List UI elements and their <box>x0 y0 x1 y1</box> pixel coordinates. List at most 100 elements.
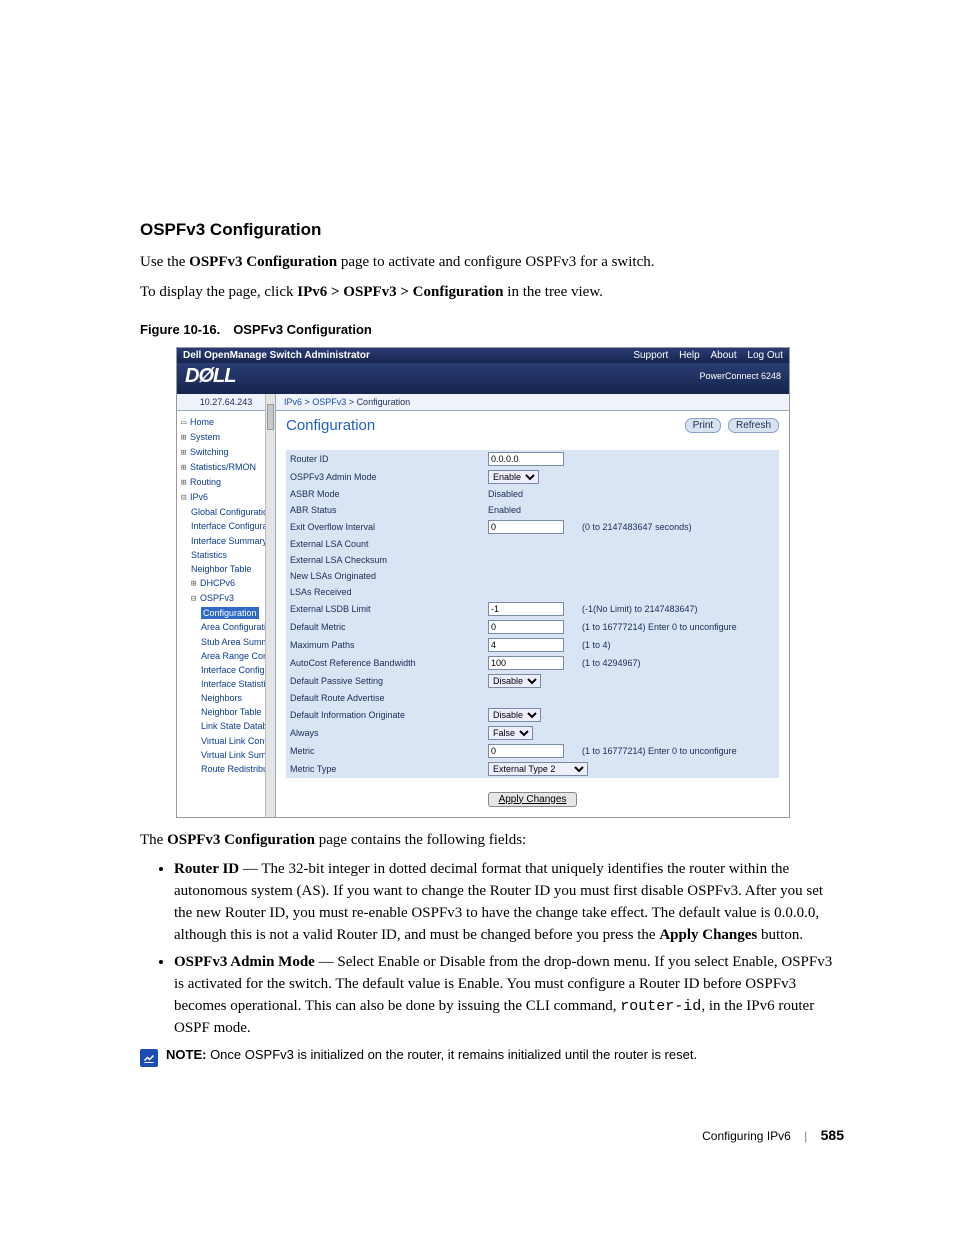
tree-lsdb[interactable]: Link State Datab <box>181 719 273 733</box>
def-info-or-select[interactable]: Disable <box>488 708 541 722</box>
auto-bw-input[interactable] <box>488 656 564 670</box>
row-ext-lsa-cks: External LSA Checksum <box>286 552 779 568</box>
exit-ovf-input[interactable] <box>488 520 564 534</box>
nav-scrollbar[interactable] <box>265 394 275 817</box>
row-ext-lsdb: External LSDB Limit (-1(No Limit) to 214… <box>286 600 779 618</box>
lbl: ABR Status <box>286 502 484 518</box>
nav-tree: 10.27.64.243 ▭Home ⊞System ⊞Switching ⊞S… <box>177 394 276 817</box>
row-ext-lsa: External LSA Count <box>286 536 779 552</box>
abr-value: Enabled <box>484 502 578 518</box>
tree-stats[interactable]: ⊞Statistics/RMON <box>181 460 273 475</box>
logout-link[interactable]: Log Out <box>747 350 783 361</box>
t: in the tree view. <box>504 284 603 300</box>
hint: (1 to 4) <box>578 636 779 654</box>
tree-vlinkconf[interactable]: Virtual Link Confi <box>181 734 273 748</box>
always-select[interactable]: False <box>488 726 533 740</box>
lbl: Router ID <box>286 450 484 468</box>
tree-ifsum[interactable]: Interface Summary <box>181 534 273 548</box>
router-id-input[interactable] <box>488 452 564 466</box>
t: DHCPv6 <box>200 578 235 588</box>
hint: (0 to 2147483647 seconds) <box>578 518 779 536</box>
lbl: Maximum Paths <box>286 636 484 654</box>
lbl: ASBR Mode <box>286 486 484 502</box>
t: IPv6 > OSPFv3 > Configuration <box>297 284 503 300</box>
def-metric-input[interactable] <box>488 620 564 634</box>
hint: (-1(No Limit) to 2147483647) <box>578 600 779 618</box>
row-def-rt-adv: Default Route Advertise <box>286 690 779 706</box>
help-link[interactable]: Help <box>679 350 700 361</box>
lbl: New LSAs Originated <box>286 568 484 584</box>
tree-global[interactable]: Global Configuration <box>181 505 273 519</box>
row-router-id: Router ID <box>286 450 779 468</box>
bc-ospfv3[interactable]: OSPFv3 <box>312 397 346 407</box>
field-router-id: Router ID — The 32-bit integer in dotted… <box>174 859 844 946</box>
t: page to activate and configure OSPFv3 fo… <box>337 254 654 270</box>
tree-statsn[interactable]: Statistics <box>181 548 273 562</box>
ext-lsdb-input[interactable] <box>488 602 564 616</box>
lbl: Metric <box>286 742 484 760</box>
field-list: Router ID — The 32-bit integer in dotted… <box>164 859 844 1039</box>
def-passive-select[interactable]: Disable <box>488 674 541 688</box>
tree-routing[interactable]: ⊞Routing <box>181 475 273 490</box>
tree-arearange[interactable]: Area Range Conf <box>181 649 273 663</box>
metric-input[interactable] <box>488 744 564 758</box>
tree-ifconf2[interactable]: Interface Configu <box>181 663 273 677</box>
tree-areacfg[interactable]: Area Configuratio <box>181 620 273 634</box>
footer-page-number: 585 <box>821 1127 844 1143</box>
nav-ip: 10.27.64.243 <box>177 394 275 411</box>
lbl: Metric Type <box>286 760 484 778</box>
note-body: NOTE: Once OSPFv3 is initialized on the … <box>166 1047 697 1062</box>
max-paths-input[interactable] <box>488 638 564 652</box>
topbar-links: Support Help About Log Out <box>625 350 783 361</box>
tree-cfg[interactable]: Configuration <box>181 606 273 620</box>
hint: (1 to 16777214) Enter 0 to unconfigure <box>578 618 779 636</box>
section-heading: OSPFv3 Configuration <box>140 220 844 240</box>
tree-ipv6[interactable]: ⊟IPv6 <box>181 490 273 505</box>
row-abr: ABR Status Enabled <box>286 502 779 518</box>
row-metric-type: Metric Type External Type 2 <box>286 760 779 778</box>
tree-neigh[interactable]: Neighbor Table <box>181 562 273 576</box>
t: Apply Changes <box>659 927 757 943</box>
print-link[interactable]: Print <box>685 418 722 433</box>
note-text: Once OSPFv3 is initialized on the router… <box>206 1047 697 1062</box>
tree-ospfv3[interactable]: ⊟OSPFv3 <box>181 591 273 606</box>
tree-switching[interactable]: ⊞Switching <box>181 445 273 460</box>
bc-ipv6[interactable]: IPv6 <box>284 397 302 407</box>
t: IPv6 <box>190 492 208 502</box>
product-name: PowerConnect 6248 <box>699 371 781 381</box>
t: Configuration <box>201 607 259 619</box>
tree-ifcfg[interactable]: Interface Configurati <box>181 519 273 533</box>
lbl: Exit Overflow Interval <box>286 518 484 536</box>
note-icon <box>140 1049 158 1067</box>
page-footer: Configuring IPv6 | 585 <box>140 1127 844 1143</box>
scrollbar-thumb[interactable] <box>267 404 274 430</box>
tree-dhcpv6[interactable]: ⊞DHCPv6 <box>181 576 273 591</box>
tree-vlinksum[interactable]: Virtual Link Sum <box>181 748 273 762</box>
tree-stubarea[interactable]: Stub Area Summ <box>181 635 273 649</box>
about-link[interactable]: About <box>710 350 736 361</box>
screenshot: Dell OpenManage Switch Administrator Sup… <box>176 347 790 818</box>
metric-type-select[interactable]: External Type 2 <box>488 762 588 776</box>
tree-neighbors[interactable]: Neighbors <box>181 691 273 705</box>
admin-mode-select[interactable]: Enable <box>488 470 539 484</box>
support-link[interactable]: Support <box>633 350 668 361</box>
row-metric: Metric (1 to 16777214) Enter 0 to unconf… <box>286 742 779 760</box>
t: Statistics/RMON <box>190 462 256 472</box>
app-title: Dell OpenManage Switch Administrator <box>183 350 370 361</box>
lbl: Default Information Originate <box>286 706 484 724</box>
code: router-id <box>620 998 701 1015</box>
tree-ifstat2[interactable]: Interface Statistic <box>181 677 273 691</box>
fields-intro: The OSPFv3 Configuration page contains t… <box>140 830 844 852</box>
tree-system[interactable]: ⊞System <box>181 430 273 445</box>
t: Home <box>190 417 214 427</box>
apply-changes-button[interactable]: Apply Changes <box>488 792 578 807</box>
lbl: Default Passive Setting <box>286 672 484 690</box>
hint: (1 to 16777214) Enter 0 to unconfigure <box>578 742 779 760</box>
tree-home[interactable]: ▭Home <box>181 415 273 430</box>
field-admin-mode: OSPFv3 Admin Mode — Select Enable or Dis… <box>174 952 844 1039</box>
row-admin-mode: OSPFv3 Admin Mode Enable <box>286 468 779 486</box>
lbl: External LSA Checksum <box>286 552 484 568</box>
tree-neightbl[interactable]: Neighbor Table <box>181 705 273 719</box>
tree-redist[interactable]: Route Redistribut <box>181 762 273 776</box>
refresh-link[interactable]: Refresh <box>728 418 779 433</box>
